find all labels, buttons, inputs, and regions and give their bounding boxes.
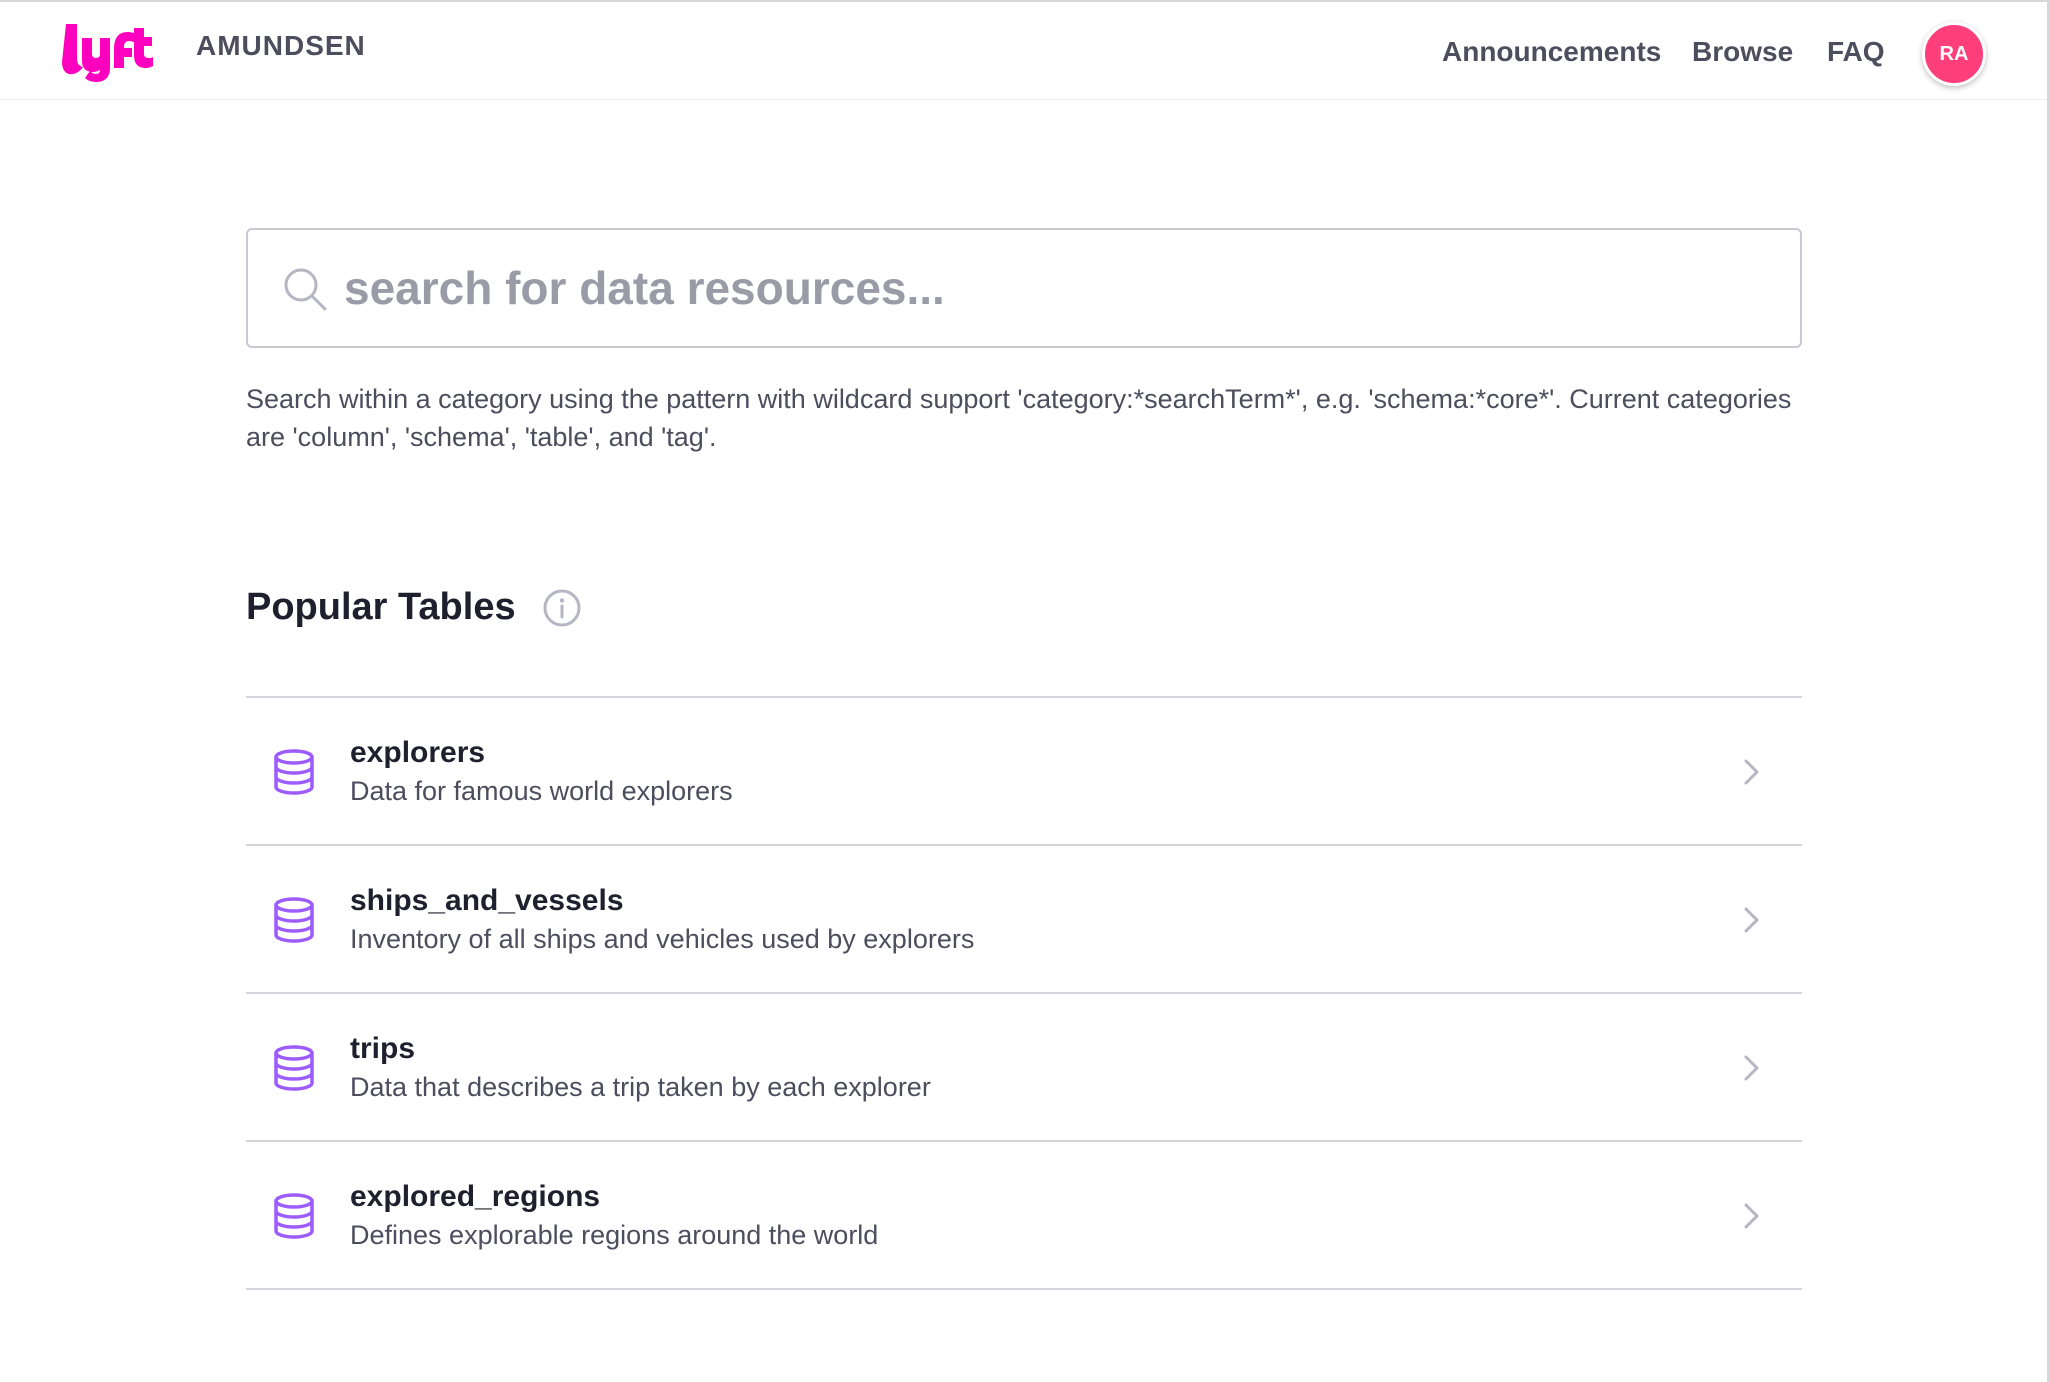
lyft-logo[interactable]: [62, 20, 158, 84]
nav-announcements[interactable]: Announcements: [1442, 36, 1661, 68]
popular-tables-title: Popular Tables: [246, 586, 516, 628]
database-icon: [274, 897, 314, 943]
chevron-right-icon: [1744, 759, 1759, 785]
search-help-text: Search within a category using the patte…: [246, 384, 1792, 452]
chevron-right-icon: [1744, 1055, 1759, 1081]
table-row[interactable]: explored_regions Defines explorable regi…: [246, 1142, 1802, 1290]
nav-browse[interactable]: Browse: [1692, 36, 1793, 68]
database-icon: [274, 749, 314, 795]
database-icon: [274, 1045, 314, 1091]
nav-faq[interactable]: FAQ: [1827, 36, 1885, 68]
chevron-right-icon: [1744, 907, 1759, 933]
table-name: trips: [350, 1032, 416, 1065]
chevron-right-icon: [1744, 1203, 1759, 1229]
search-icon: [284, 268, 327, 311]
table-name: ships_and_vessels: [350, 884, 624, 917]
amundsen-home-page: AMUNDSEN Announcements Browse FAQ RA Sea…: [0, 0, 2050, 1382]
top-nav-bar: AMUNDSEN Announcements Browse FAQ RA: [0, 2, 2047, 100]
search-bar[interactable]: [246, 228, 1802, 348]
info-icon[interactable]: [542, 588, 582, 628]
popular-tables-list: explorers Data for famous world explorer…: [246, 696, 1802, 1290]
table-description: Defines explorable regions around the wo…: [350, 1220, 879, 1250]
table-row[interactable]: trips Data that describes a trip taken b…: [246, 994, 1802, 1142]
user-avatar[interactable]: RA: [1922, 22, 1986, 86]
table-name: explorers: [350, 736, 486, 769]
database-icon: [274, 1193, 314, 1239]
table-row[interactable]: explorers Data for famous world explorer…: [246, 698, 1802, 846]
table-row[interactable]: ships_and_vessels Inventory of all ships…: [246, 846, 1802, 994]
app-name[interactable]: AMUNDSEN: [196, 30, 366, 62]
table-description: Data for famous world explorers: [350, 776, 733, 806]
table-description: Inventory of all ships and vehicles used…: [350, 924, 975, 954]
table-name: explored_regions: [350, 1180, 601, 1213]
search-input[interactable]: [344, 250, 1764, 326]
table-description: Data that describes a trip taken by each…: [350, 1072, 931, 1102]
